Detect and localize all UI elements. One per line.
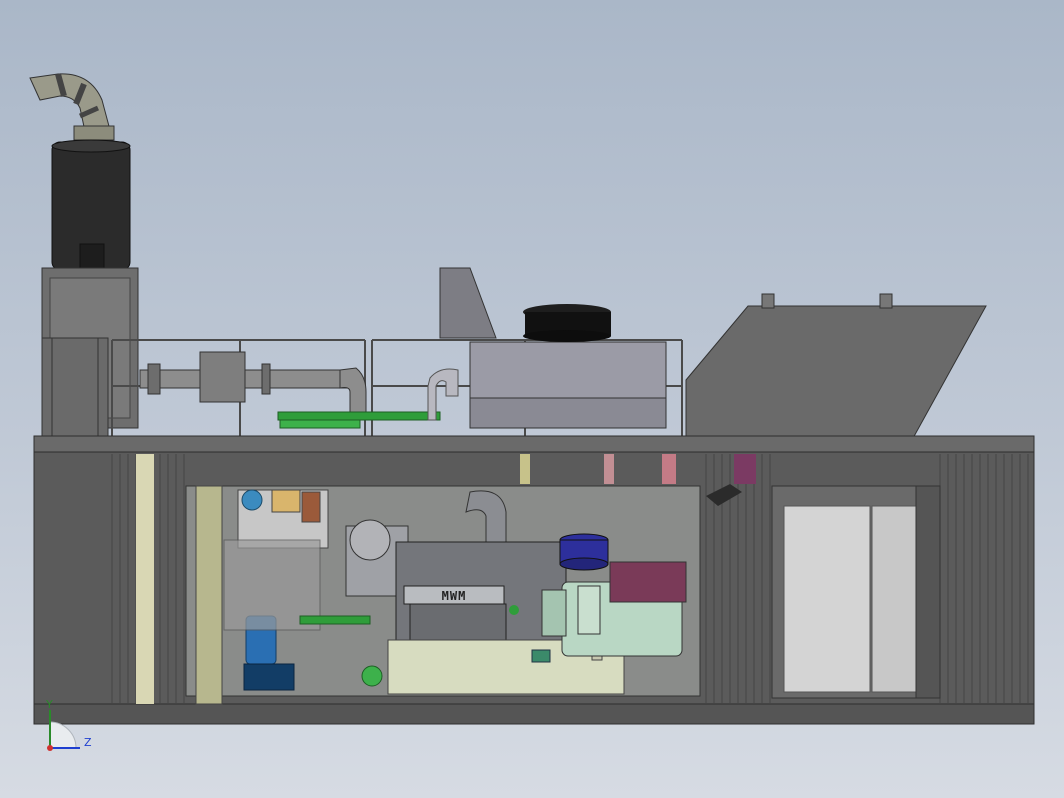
z-axis-label: Z (84, 736, 92, 749)
roof-structure (111, 267, 987, 441)
interior-cutaway: MWM (185, 485, 701, 705)
triad-origin (47, 745, 53, 751)
engine-brand-label: MWM (442, 589, 467, 603)
y-axis-label: Y (45, 698, 53, 711)
cad-model-view: MWM Y Z (29, 73, 1035, 751)
cad-viewport[interactable]: MWM Y Z (0, 0, 1064, 798)
